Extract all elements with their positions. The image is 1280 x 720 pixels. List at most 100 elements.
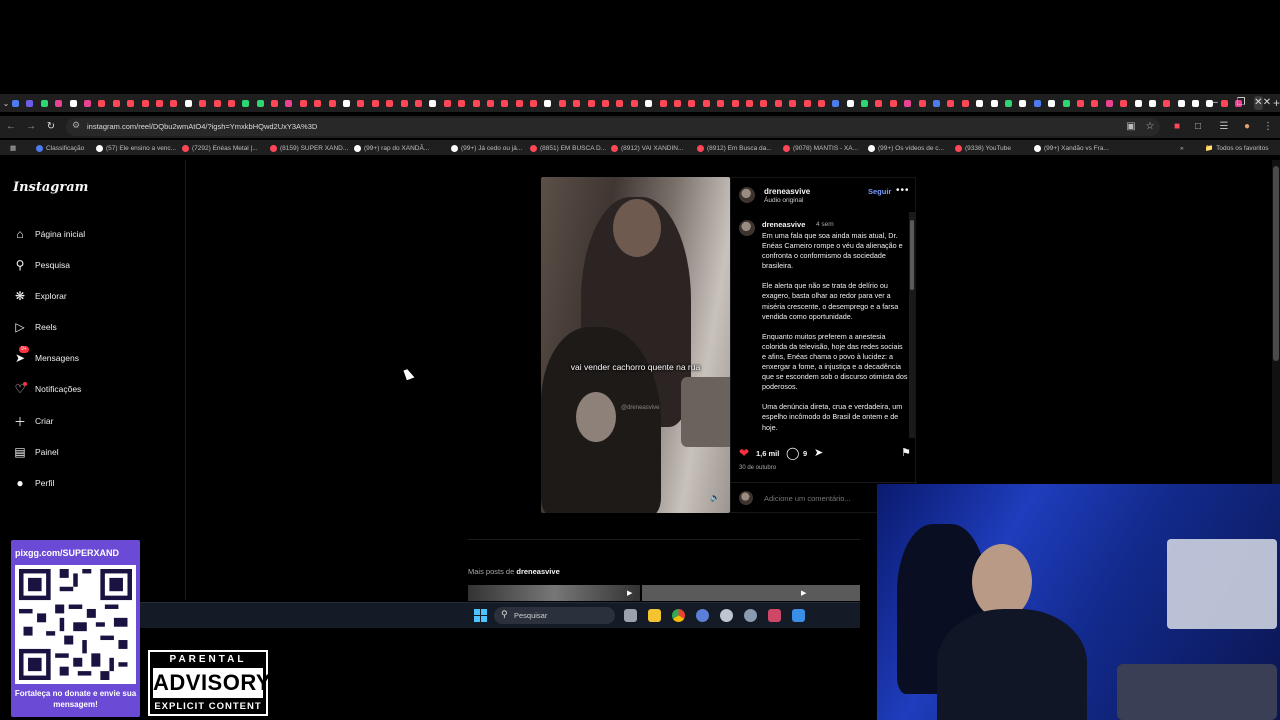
tab-favicon[interactable] bbox=[1192, 99, 1200, 107]
nav-item-plus[interactable]: ＋ Criar bbox=[13, 412, 53, 430]
more-options-icon[interactable]: ••• bbox=[896, 185, 910, 196]
tab-favicon[interactable] bbox=[429, 99, 437, 107]
tab-favicon[interactable] bbox=[645, 99, 653, 107]
comment-icon[interactable]: ◯ bbox=[786, 446, 799, 460]
tab-favicon[interactable] bbox=[285, 99, 293, 107]
browser-menu-icon[interactable]: ⋮ bbox=[1259, 118, 1277, 136]
tab-favicon[interactable] bbox=[1091, 99, 1099, 107]
like-count[interactable]: 1,6 mil bbox=[756, 449, 779, 458]
tab-favicon[interactable] bbox=[343, 99, 351, 107]
tab-favicon[interactable] bbox=[141, 99, 149, 107]
bookmark-item[interactable]: (9078) MANTIS - XA... bbox=[783, 143, 858, 153]
tab-favicon[interactable] bbox=[1048, 99, 1056, 107]
tab-favicon[interactable] bbox=[731, 99, 739, 107]
tab-favicon[interactable] bbox=[256, 99, 264, 107]
tab-favicon[interactable] bbox=[184, 99, 192, 107]
tab-favicon[interactable] bbox=[414, 99, 422, 107]
media-icon[interactable]: ☰ bbox=[1215, 118, 1233, 136]
tab-favicon[interactable] bbox=[1148, 99, 1156, 107]
post-audio[interactable]: Áudio original bbox=[764, 197, 803, 204]
file-explorer-icon[interactable] bbox=[648, 609, 661, 622]
tab-favicon[interactable] bbox=[544, 99, 552, 107]
more-post-thumbnail[interactable] bbox=[642, 585, 860, 601]
tab-favicon[interactable] bbox=[26, 99, 34, 107]
caption-avatar[interactable] bbox=[739, 220, 755, 236]
tab-favicon[interactable] bbox=[1076, 99, 1084, 107]
tab-favicon[interactable] bbox=[846, 99, 854, 107]
tab-favicon[interactable] bbox=[55, 99, 63, 107]
tab-favicon[interactable] bbox=[314, 99, 322, 107]
profile-avatar[interactable]: ● bbox=[1238, 118, 1256, 136]
nav-item-dashboard[interactable]: ▤ Painel bbox=[13, 443, 58, 461]
chrome-icon[interactable] bbox=[672, 609, 685, 622]
bookmark-item[interactable]: (99+) Xandão vs Fra... bbox=[1034, 143, 1109, 153]
tab-favicon[interactable] bbox=[1134, 99, 1142, 107]
bookmark-item[interactable]: (9338) YouTube bbox=[955, 143, 1011, 153]
tab-favicon[interactable] bbox=[98, 99, 106, 107]
caption-scroll-thumb[interactable] bbox=[910, 220, 914, 290]
more-post-thumbnail[interactable] bbox=[468, 585, 640, 601]
tab-favicon[interactable] bbox=[861, 99, 869, 107]
tab-favicon[interactable] bbox=[227, 99, 235, 107]
bookmarks-overflow-icon[interactable]: » bbox=[1180, 143, 1184, 153]
tab-favicon[interactable] bbox=[40, 99, 48, 107]
tab-favicon[interactable] bbox=[990, 99, 998, 107]
app-icon[interactable] bbox=[696, 609, 709, 622]
nav-item-messenger[interactable]: ➤ 9+ Mensagens bbox=[13, 346, 79, 367]
tab-favicon[interactable] bbox=[271, 99, 279, 107]
nav-item-profile[interactable]: ● Perfil bbox=[13, 474, 54, 492]
app-icon[interactable] bbox=[792, 609, 805, 622]
tab-favicon[interactable] bbox=[443, 99, 451, 107]
tab-favicon[interactable] bbox=[587, 99, 595, 107]
instagram-logo[interactable]: Instagram bbox=[13, 180, 88, 195]
tab-favicon[interactable] bbox=[1004, 99, 1012, 107]
maximize-icon[interactable]: ❐ bbox=[1229, 94, 1253, 112]
all-bookmarks[interactable]: 📁 Todos os favoritos bbox=[1205, 143, 1268, 153]
tab-favicon[interactable] bbox=[832, 99, 840, 107]
tab-favicon[interactable] bbox=[371, 99, 379, 107]
bookmark-item[interactable]: (8851) EM BUSCA D... bbox=[530, 143, 606, 153]
extension-icon[interactable]: ■ bbox=[1168, 118, 1186, 136]
tab-favicon[interactable] bbox=[817, 99, 825, 107]
nav-item-search[interactable]: ⚲ Pesquisa bbox=[13, 256, 70, 274]
tab-favicon[interactable] bbox=[458, 99, 466, 107]
tab-favicon[interactable] bbox=[918, 99, 926, 107]
tab-favicon[interactable] bbox=[933, 99, 941, 107]
tab-favicon[interactable] bbox=[789, 99, 797, 107]
bookmark-item[interactable]: (99+) rap do XANDÃ... bbox=[354, 143, 429, 153]
bookmark-item[interactable]: Classificação bbox=[36, 143, 84, 153]
bookmark-item[interactable]: (99+) Já cedo ou já... bbox=[451, 143, 522, 153]
close-window-icon[interactable]: ✕ bbox=[1255, 94, 1279, 112]
tab-favicon[interactable] bbox=[328, 99, 336, 107]
tab-favicon[interactable] bbox=[875, 99, 883, 107]
bookmark-item[interactable]: (8912) VAI XANDIN... bbox=[611, 143, 683, 153]
tab-favicon[interactable] bbox=[83, 99, 91, 107]
url-text[interactable]: instagram.com/reel/DQbu2wmAtO4/?igsh=Ymx… bbox=[87, 122, 317, 131]
obs-app-icon[interactable] bbox=[768, 609, 781, 622]
tab-favicon[interactable] bbox=[400, 99, 408, 107]
reload-icon[interactable]: ↻ bbox=[41, 117, 61, 137]
caption-scrollbar[interactable] bbox=[909, 212, 915, 438]
apps-grid-icon[interactable]: ▦ bbox=[10, 143, 16, 153]
tab-favicon[interactable] bbox=[155, 99, 163, 107]
share-icon[interactable]: ➤ bbox=[814, 446, 823, 460]
save-bookmark-icon[interactable]: ⚑ bbox=[901, 446, 911, 460]
tab-favicon[interactable] bbox=[702, 99, 710, 107]
site-info-icon[interactable]: ⚙ bbox=[72, 120, 80, 131]
caption-username[interactable]: dreneasvive bbox=[762, 220, 805, 229]
tab-favicon[interactable] bbox=[961, 99, 969, 107]
address-bar[interactable]: ⚙ instagram.com/reel/DQbu2wmAtO4/?igsh=Y… bbox=[66, 118, 1160, 136]
bookmark-star-icon[interactable]: ☆ bbox=[1141, 118, 1159, 136]
back-icon[interactable]: ← bbox=[1, 117, 21, 137]
like-heart-icon[interactable]: ❤ bbox=[739, 446, 749, 460]
post-username[interactable]: dreneasvive bbox=[764, 187, 810, 196]
bookmark-item[interactable]: (99+) Os vídeos de c... bbox=[868, 143, 944, 153]
tab-favicon[interactable] bbox=[745, 99, 753, 107]
tab-favicon[interactable] bbox=[889, 99, 897, 107]
taskbar-search[interactable]: ⚲ Pesquisar bbox=[494, 607, 615, 624]
tab-favicon[interactable] bbox=[1120, 99, 1128, 107]
tab-favicon[interactable] bbox=[242, 99, 250, 107]
mute-icon[interactable]: 🔈 bbox=[710, 493, 720, 502]
follow-button[interactable]: Seguir bbox=[868, 187, 891, 196]
tab-favicon[interactable] bbox=[1019, 99, 1027, 107]
